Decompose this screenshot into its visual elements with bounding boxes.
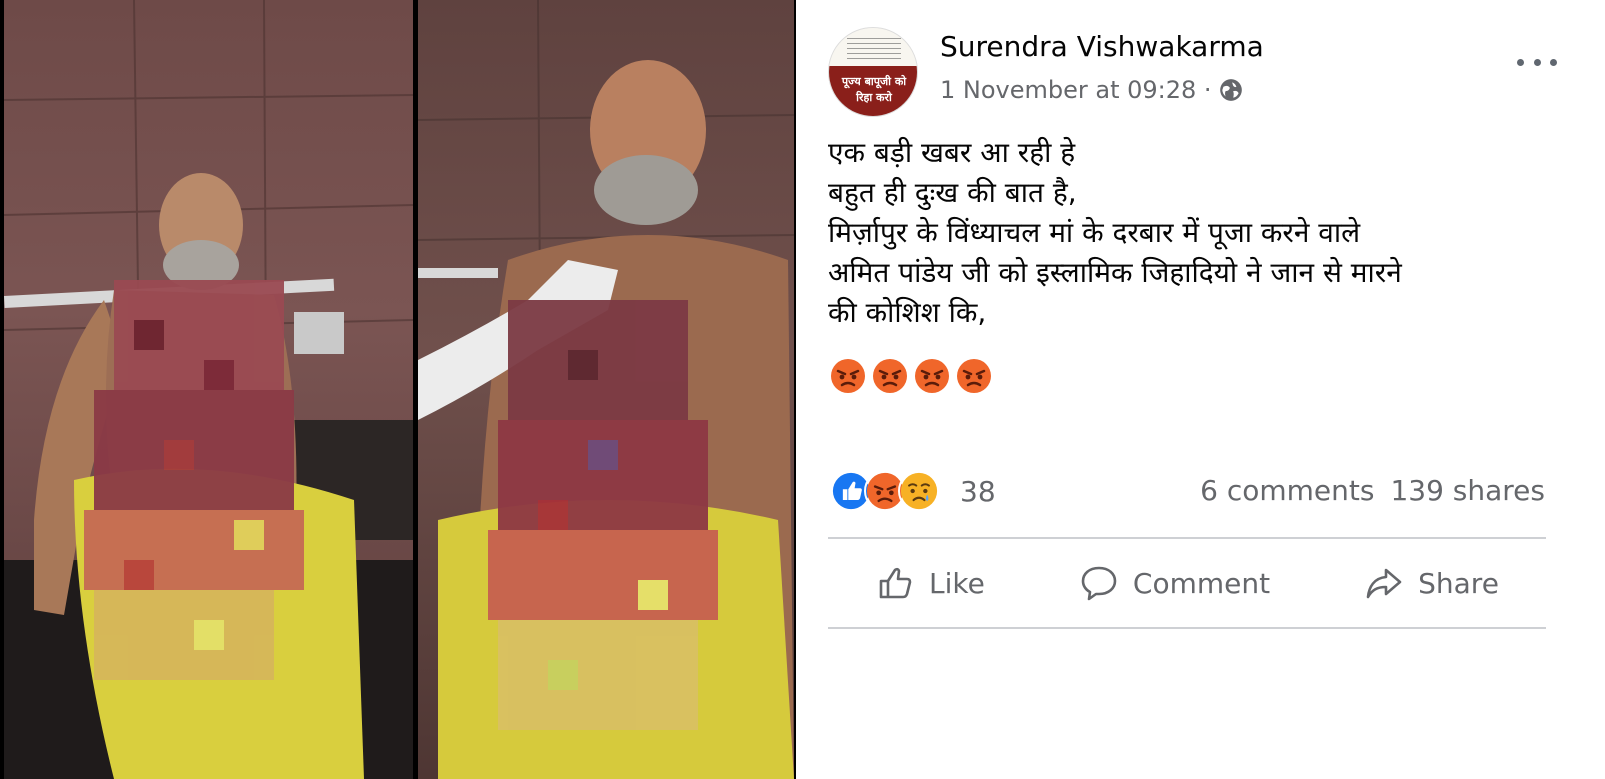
facebook-post: पूज्य बापूजी को रिहा करो Surendra Vishwa…: [796, 0, 1605, 779]
angry-face-emoji: [957, 359, 991, 393]
shares-count[interactable]: 139 shares: [1390, 474, 1545, 507]
post-actions: Like Comment Share: [828, 540, 1546, 626]
engagement-counts: 6 comments 139 shares: [1200, 474, 1545, 507]
globe-icon: [1219, 79, 1242, 101]
comment-button[interactable]: Comment: [1079, 563, 1270, 603]
like-button[interactable]: Like: [875, 563, 985, 603]
photo-collage: [0, 0, 796, 779]
post-line: मिर्ज़ापुर के विंध्याचल मां के दरबार में…: [828, 216, 1361, 249]
more-dot-icon: [1517, 58, 1524, 66]
more-options-button[interactable]: [1517, 48, 1557, 76]
more-dot-icon: [1533, 58, 1541, 66]
reactions-summary[interactable]: 38: [830, 470, 996, 512]
sad-reaction-icon: [898, 470, 940, 512]
post-message: एक बड़ी खबर आ रही हे बहुत ही दुःख की बात…: [828, 133, 1588, 333]
post-photo-left[interactable]: [4, 0, 413, 779]
reaction-count: 38: [960, 474, 996, 508]
like-label: Like: [929, 566, 985, 600]
thumbs-up-icon: [879, 567, 912, 599]
share-button[interactable]: Share: [1364, 563, 1499, 603]
angry-face-emoji: [873, 359, 907, 393]
post-timestamp[interactable]: 1 November at 09:28 ·: [940, 76, 1212, 104]
emoji-row: [830, 358, 992, 394]
post-meta: 1 November at 09:28 ·: [940, 76, 1244, 104]
share-label: Share: [1418, 566, 1499, 600]
photo-left-illustration: [4, 0, 413, 779]
avatar-small-text: [847, 38, 901, 62]
comment-icon: [1081, 566, 1117, 601]
share-arrow-icon: [1366, 568, 1402, 599]
author-name[interactable]: Surendra Vishwakarma: [940, 30, 1264, 63]
avatar-banner-text: पूज्य बापूजी को रिहा करो: [841, 75, 907, 104]
post-line: एक बड़ी खबर आ रही हे: [828, 136, 1076, 169]
more-dot-icon: [1550, 58, 1557, 66]
angry-face-emoji: [915, 359, 949, 393]
author-avatar[interactable]: पूज्य बापूजी को रिहा करो: [828, 27, 918, 117]
post-line: अमित पांडेय जी को इस्लामिक जिहादियो ने ज…: [828, 256, 1402, 289]
actions-divider-top: [828, 537, 1546, 539]
comment-label: Comment: [1132, 566, 1271, 600]
post-photo-right[interactable]: [418, 0, 794, 779]
actions-divider-bottom: [828, 627, 1546, 629]
photo-right-illustration: [418, 0, 794, 779]
angry-face-emoji: [831, 359, 865, 393]
post-line: बहुत ही दुःख की बात है,: [828, 176, 1077, 209]
post-line: की कोशिश कि,: [828, 296, 987, 329]
comments-count[interactable]: 6 comments: [1200, 474, 1374, 507]
